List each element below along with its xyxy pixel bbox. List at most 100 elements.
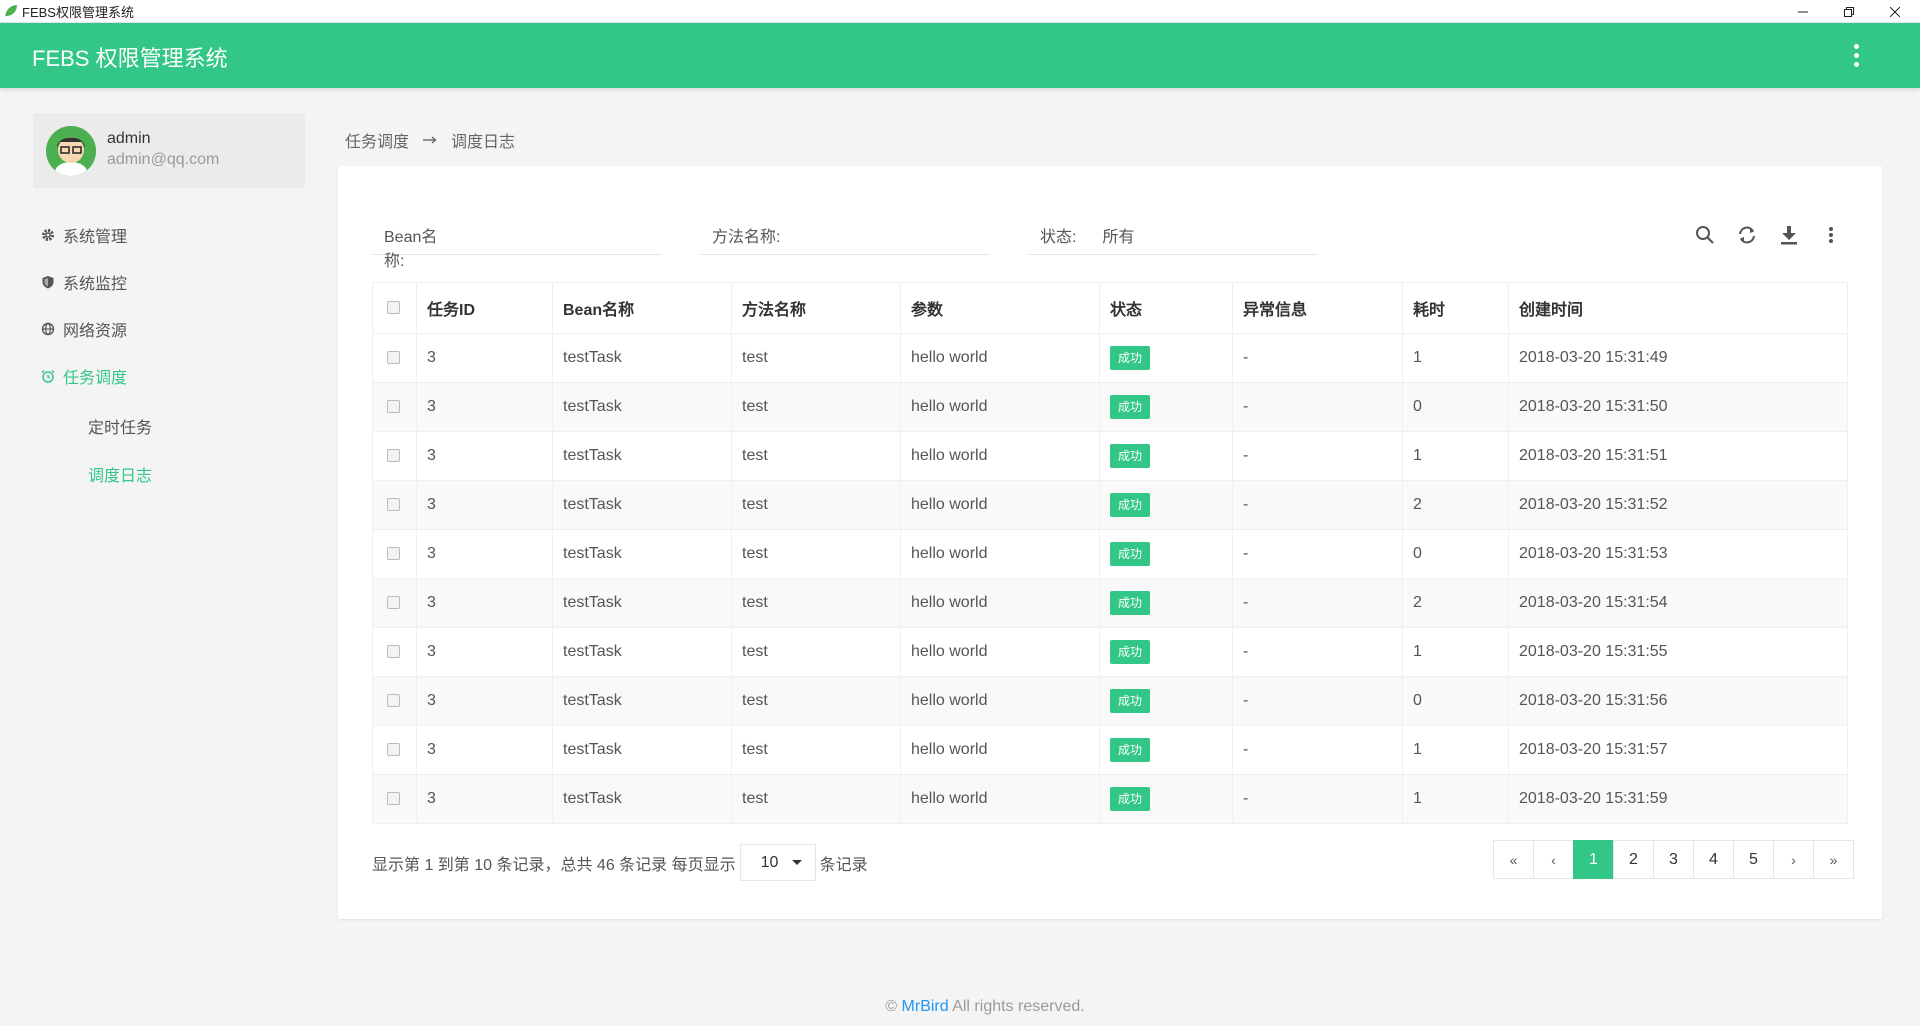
table-row[interactable]: 3 testTask test hello world 成功 -1 2018-03-20 1… xyxy=(372,774,1848,824)
method-name-input[interactable] xyxy=(780,223,990,241)
table-cell: 3 xyxy=(416,480,553,530)
page-size-select[interactable]: 10 xyxy=(739,844,816,881)
sidebar-item-task-scheduling[interactable]: 任务调度 xyxy=(40,361,127,391)
sidebar-item-label: 系统监控 xyxy=(63,276,128,293)
table-row[interactable]: 3 testTask test hello world 成功 -0 2018-03-20 1… xyxy=(372,382,1848,432)
column-header[interactable]: 创建时间 xyxy=(1508,282,1848,334)
page-prev-button[interactable]: ‹ xyxy=(1533,840,1574,879)
breadcrumb-parent[interactable]: 任务调度 xyxy=(345,128,409,152)
page-next-button[interactable]: › xyxy=(1773,840,1814,879)
row-checkbox[interactable] xyxy=(387,792,400,806)
globe-icon xyxy=(40,322,55,337)
status-badge: 成功 xyxy=(1110,395,1151,419)
table-cell: - xyxy=(1232,676,1403,726)
close-button[interactable] xyxy=(1872,0,1918,23)
table-cell: testTask xyxy=(552,480,732,530)
status-badge: 成功 xyxy=(1110,346,1151,370)
row-checkbox[interactable] xyxy=(387,498,400,512)
row-checkbox[interactable] xyxy=(387,645,400,659)
status-filter[interactable]: 状态: 所有 xyxy=(1028,223,1318,255)
bean-name-input[interactable] xyxy=(455,223,662,241)
table-cell: testTask xyxy=(552,333,732,383)
status-badge: 成功 xyxy=(1110,738,1151,762)
page-button[interactable]: 4 xyxy=(1693,840,1734,879)
page-button[interactable]: 1 xyxy=(1573,840,1614,879)
row-checkbox[interactable] xyxy=(387,449,400,463)
copyright-symbol: © xyxy=(885,998,898,1015)
page-button[interactable]: 5 xyxy=(1733,840,1774,879)
select-all-checkbox[interactable] xyxy=(387,301,400,315)
arrow-right-icon xyxy=(423,136,437,144)
row-checkbox[interactable] xyxy=(387,596,400,610)
row-checkbox[interactable] xyxy=(387,400,400,414)
table-row[interactable]: 3 testTask test hello world 成功 -0 2018-03-20 1… xyxy=(372,676,1848,726)
row-checkbox[interactable] xyxy=(387,547,400,561)
row-checkbox[interactable] xyxy=(387,743,400,757)
page-first-button[interactable]: « xyxy=(1493,840,1534,879)
page-button[interactable]: 2 xyxy=(1613,840,1654,879)
table-cell: 2018-03-20 15:31:59 xyxy=(1508,774,1848,824)
table-cell: hello world xyxy=(900,431,1100,481)
sidebar-item-system-management[interactable]: 系统管理 xyxy=(40,220,127,250)
alarm-clock-icon xyxy=(40,369,55,384)
table-cell: hello world xyxy=(900,529,1100,579)
method-name-label: 方法名称: xyxy=(712,229,781,246)
status-badge: 成功 xyxy=(1110,493,1151,517)
status-select[interactable]: 所有 xyxy=(1102,223,1134,247)
user-name: admin xyxy=(107,130,151,147)
bean-name-label: Bean名称: xyxy=(384,229,438,270)
column-header[interactable]: Bean名称 xyxy=(552,282,732,334)
table-row[interactable]: 3 testTask test hello world 成功 -2 2018-03-20 1… xyxy=(372,578,1848,628)
search-button[interactable] xyxy=(1694,224,1716,246)
row-select-cell xyxy=(372,774,417,824)
table-cell: - xyxy=(1232,480,1403,530)
column-header[interactable]: 方法名称 xyxy=(731,282,901,334)
column-header[interactable]: 异常信息 xyxy=(1232,282,1403,334)
table-cell: 2 xyxy=(1402,480,1509,530)
restore-button[interactable] xyxy=(1826,0,1872,23)
table-cell: 2018-03-20 15:31:57 xyxy=(1508,725,1848,775)
row-select-cell xyxy=(372,431,417,481)
table-row[interactable]: 3 testTask test hello world 成功 -0 2018-03-20 1… xyxy=(372,529,1848,579)
table-cell: test xyxy=(731,578,901,628)
row-checkbox[interactable] xyxy=(387,694,400,708)
table-cell: testTask xyxy=(552,725,732,775)
column-header[interactable]: 耗时 xyxy=(1402,282,1509,334)
sidebar-item-network-resources[interactable]: 网络资源 xyxy=(40,314,127,344)
brand-title[interactable]: FEBS 权限管理系统 xyxy=(32,41,228,73)
sidebar-subitem-schedule-log[interactable]: 调度日志 xyxy=(88,462,152,486)
table-cell: 成功 xyxy=(1099,382,1233,432)
row-checkbox[interactable] xyxy=(387,351,400,365)
more-vertical-icon xyxy=(1829,227,1833,243)
table-cell: 1 xyxy=(1402,774,1509,824)
table-cell: 成功 xyxy=(1099,431,1233,481)
table-cell: 成功 xyxy=(1099,529,1233,579)
table-cell: - xyxy=(1232,627,1403,677)
window-title: FEBS权限管理系统 xyxy=(22,4,134,20)
column-header[interactable]: 参数 xyxy=(900,282,1100,334)
table-row[interactable]: 3 testTask test hello world 成功 -1 2018-03-20 1… xyxy=(372,333,1848,383)
status-badge: 成功 xyxy=(1110,444,1151,468)
minimize-button[interactable] xyxy=(1780,0,1826,23)
user-card[interactable]: admin admin@qq.com xyxy=(33,113,305,188)
column-header[interactable]: 状态 xyxy=(1099,282,1233,334)
more-menu-icon[interactable] xyxy=(1844,41,1868,69)
log-table: 任务ID Bean名称 方法名称 参数 状态 异常信息 耗时 创建时间 3 tes… xyxy=(372,282,1848,824)
table-row[interactable]: 3 testTask test hello world 成功 -1 2018-03-20 1… xyxy=(372,431,1848,481)
column-header[interactable]: 任务ID xyxy=(416,282,553,334)
refresh-button[interactable] xyxy=(1736,224,1758,246)
table-cell: test xyxy=(731,333,901,383)
table-header-row: 任务ID Bean名称 方法名称 参数 状态 异常信息 耗时 创建时间 xyxy=(372,282,1848,334)
table-cell: hello world xyxy=(900,627,1100,677)
table-row[interactable]: 3 testTask test hello world 成功 -2 2018-03-20 1… xyxy=(372,480,1848,530)
export-button[interactable] xyxy=(1778,224,1800,246)
table-row[interactable]: 3 testTask test hello world 成功 -1 2018-03-20 1… xyxy=(372,725,1848,775)
page-button[interactable]: 3 xyxy=(1653,840,1694,879)
page-last-button[interactable]: » xyxy=(1813,840,1854,879)
table-cell: testTask xyxy=(552,529,732,579)
sidebar-subitem-scheduled-tasks[interactable]: 定时任务 xyxy=(88,414,152,438)
author-link[interactable]: MrBird xyxy=(902,998,949,1015)
table-row[interactable]: 3 testTask test hello world 成功 -1 2018-03-20 1… xyxy=(372,627,1848,677)
more-options-button[interactable] xyxy=(1820,224,1842,246)
sidebar-item-system-monitor[interactable]: 系统监控 xyxy=(40,267,127,297)
